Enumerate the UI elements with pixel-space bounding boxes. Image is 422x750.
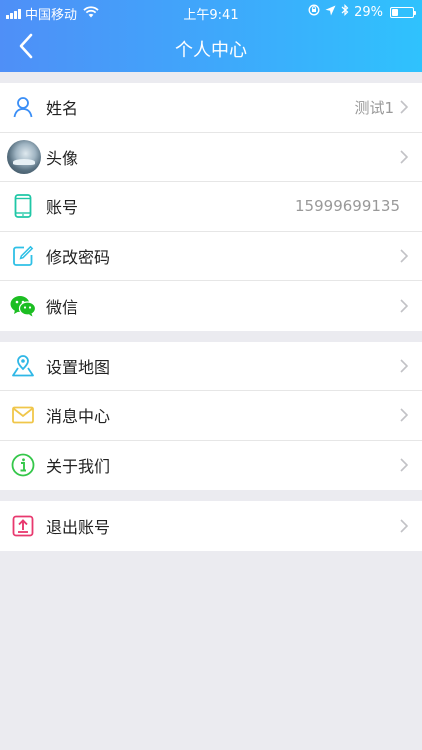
row-label: 账号 <box>46 198 79 218</box>
chevron-right-icon <box>400 133 408 182</box>
row-map-settings[interactable]: 设置地图 <box>0 342 422 391</box>
info-icon <box>10 441 36 491</box>
row-value: 15999699135 <box>295 197 400 216</box>
battery-icon <box>390 6 416 18</box>
map-pin-icon <box>10 342 36 391</box>
avatar <box>6 133 42 182</box>
row-about-us[interactable]: 关于我们 <box>0 441 422 491</box>
settings-content: 姓名 测试1 头像 账号 15999699135 修改密码 微信 设置地图 消息… <box>0 72 422 551</box>
chevron-right-icon <box>400 391 408 440</box>
logout-icon <box>10 501 36 551</box>
row-label: 修改密码 <box>46 247 111 267</box>
bluetooth-icon <box>341 4 349 20</box>
row-avatar[interactable]: 头像 <box>0 133 422 182</box>
row-label: 头像 <box>46 148 79 168</box>
avatar-image <box>7 139 41 174</box>
row-name[interactable]: 姓名 测试1 <box>0 83 422 133</box>
chevron-right-icon <box>400 83 408 132</box>
row-logout[interactable]: 退出账号 <box>0 501 422 551</box>
page-title: 个人中心 <box>175 40 247 61</box>
row-label: 关于我们 <box>46 457 111 477</box>
row-value: 测试1 <box>354 98 394 117</box>
status-bar: 中国移动 上午9:41 29% <box>0 0 422 24</box>
edit-icon <box>10 232 36 281</box>
settings-group-logout: 退出账号 <box>0 501 422 551</box>
row-label: 微信 <box>46 297 79 317</box>
row-label: 退出账号 <box>46 517 111 537</box>
wechat-icon <box>10 281 36 331</box>
row-account[interactable]: 账号 15999699135 <box>0 182 422 232</box>
settings-group-app: 设置地图 消息中心 关于我们 <box>0 341 422 491</box>
nav-bar: 个人中心 <box>0 24 422 72</box>
row-wechat[interactable]: 微信 <box>0 281 422 331</box>
settings-group-account: 姓名 测试1 头像 账号 15999699135 修改密码 微信 <box>0 83 422 331</box>
row-label: 姓名 <box>46 99 79 119</box>
row-label: 消息中心 <box>46 407 111 427</box>
row-message-center[interactable]: 消息中心 <box>0 391 422 441</box>
chevron-right-icon <box>400 342 408 391</box>
app-header: 中国移动 上午9:41 29% 个人中心 <box>0 0 422 72</box>
chevron-right-icon <box>400 281 408 331</box>
mail-icon <box>10 391 36 440</box>
battery-percent: 29% <box>354 4 383 20</box>
chevron-right-icon <box>400 501 408 551</box>
location-arrow-icon <box>325 5 336 20</box>
rotation-lock-icon <box>308 4 320 20</box>
chevron-right-icon <box>400 232 408 281</box>
phone-icon <box>10 182 36 231</box>
user-icon <box>10 83 36 132</box>
row-change-password[interactable]: 修改密码 <box>0 232 422 281</box>
status-right: 29% <box>308 4 416 20</box>
row-label: 设置地图 <box>46 357 111 377</box>
chevron-right-icon <box>400 441 408 491</box>
